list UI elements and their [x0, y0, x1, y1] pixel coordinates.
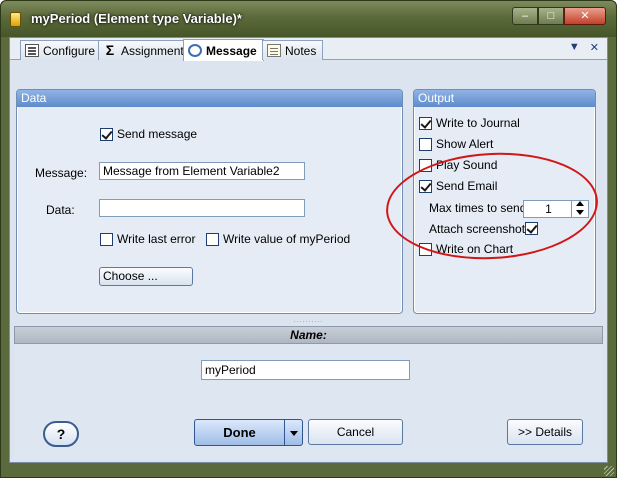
tab-label: Configure [43, 43, 96, 58]
data-panel: Data Send message Message: Message from … [16, 89, 403, 314]
window-controls: – □ ✕ [512, 7, 606, 25]
done-dropdown-icon[interactable] [284, 420, 302, 445]
splitter-grip[interactable]: .......... [10, 317, 607, 325]
tab-message[interactable]: Message [183, 39, 264, 61]
tab-label: Message [206, 43, 257, 58]
play-sound-checkbox[interactable] [419, 159, 432, 172]
attach-screenshot-label: Attach screenshot [429, 222, 526, 236]
close-button[interactable]: ✕ [564, 7, 606, 25]
tab-close-icon[interactable]: ✕ [590, 41, 599, 54]
data-input[interactable] [99, 199, 305, 217]
send-message-label: Send message [117, 127, 198, 141]
tab-strip: Configure Σ Assignment Message Notes ▼ ✕ [10, 38, 607, 61]
cancel-button[interactable]: Cancel [308, 419, 403, 445]
name-header: Name: [14, 326, 603, 344]
write-value-checkbox[interactable] [206, 233, 219, 246]
dialog-client: Configure Σ Assignment Message Notes ▼ ✕… [9, 37, 608, 463]
bottom-border [9, 463, 608, 475]
minimize-button[interactable]: – [512, 7, 538, 25]
max-times-label: Max times to send [429, 201, 527, 215]
tab-notes[interactable]: Notes [262, 40, 324, 60]
title-bar[interactable]: myPeriod (Element type Variable)* – □ ✕ [1, 1, 616, 37]
tab-label: Notes [285, 43, 317, 58]
variable-icon [10, 12, 21, 27]
spin-up-icon[interactable] [573, 200, 587, 208]
write-on-chart-checkbox[interactable] [419, 243, 432, 256]
maximize-button[interactable]: □ [538, 7, 564, 25]
send-email-checkbox[interactable] [419, 180, 432, 193]
done-label[interactable]: Done [195, 420, 284, 445]
play-sound-label: Play Sound [436, 158, 498, 172]
sigma-icon: Σ [105, 42, 115, 58]
help-button[interactable]: ? [43, 421, 79, 447]
output-panel: Output Write to Journal Show Alert Play … [413, 89, 596, 314]
resize-grip[interactable] [604, 466, 614, 476]
notes-icon [267, 44, 281, 57]
data-panel-title: Data [17, 90, 402, 107]
write-to-journal-checkbox[interactable] [419, 117, 432, 130]
message-label: Message: [35, 166, 88, 180]
choose-button[interactable]: Choose ... [99, 267, 193, 286]
dialog-window: myPeriod (Element type Variable)* – □ ✕ … [0, 0, 617, 478]
show-alert-checkbox[interactable] [419, 138, 432, 151]
write-last-error-label: Write last error [117, 232, 196, 246]
attach-screenshot-checkbox[interactable] [525, 222, 538, 235]
max-times-spinner[interactable] [571, 200, 587, 218]
configure-icon [25, 44, 39, 57]
data-label: Data: [46, 203, 75, 217]
window-title: myPeriod (Element type Variable)* [31, 11, 242, 26]
message-icon [188, 44, 202, 57]
write-value-label: Write value of myPeriod [223, 232, 351, 246]
spin-down-icon[interactable] [573, 208, 587, 216]
write-on-chart-label: Write on Chart [436, 242, 514, 256]
tab-label: Assignment [121, 43, 184, 58]
details-button[interactable]: >> Details [507, 419, 583, 445]
tab-configure[interactable]: Configure [20, 40, 103, 60]
write-to-journal-label: Write to Journal [436, 116, 520, 130]
output-panel-title: Output [414, 90, 595, 107]
show-alert-label: Show Alert [436, 137, 494, 151]
send-email-label: Send Email [436, 179, 498, 193]
message-input[interactable]: Message from Element Variable2 [99, 162, 305, 180]
tab-dropdown-icon[interactable]: ▼ [569, 41, 580, 54]
tab-tools: ▼ ✕ [569, 41, 599, 54]
done-button[interactable]: Done [194, 419, 303, 446]
tab-assignment[interactable]: Σ Assignment [98, 40, 191, 60]
write-last-error-checkbox[interactable] [100, 233, 113, 246]
send-message-checkbox[interactable] [100, 128, 113, 141]
name-input[interactable]: myPeriod [201, 360, 410, 380]
